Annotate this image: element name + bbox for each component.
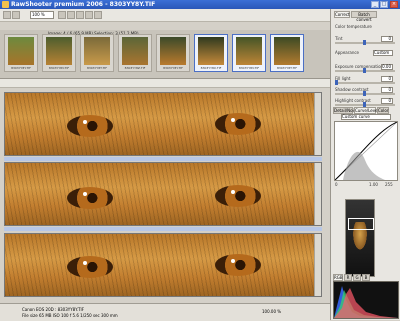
photo (5, 234, 321, 296)
thumbnail[interactable]: 8303YY8Y.TIF (156, 34, 190, 72)
tab-hist-b[interactable]: B (362, 274, 370, 281)
photo (5, 93, 321, 155)
glint (83, 261, 87, 265)
thumbnail[interactable]: 8303YY8T.TIF (80, 34, 114, 72)
thumbnail[interactable]: 8303YY8V.TIF (232, 34, 266, 72)
image-pane[interactable] (4, 233, 322, 297)
title-bar: RawShooter premium 2006 - 8303YY8Y.TIF _… (0, 0, 400, 9)
histogram (333, 281, 399, 319)
glint (83, 192, 87, 196)
rotate-right-icon[interactable] (67, 11, 75, 19)
eye-left (67, 115, 113, 137)
fullscreen-icon[interactable] (94, 11, 102, 19)
param-row: Shadow contrast 0 (333, 86, 399, 96)
eye-right (215, 185, 261, 207)
view-mode-icon[interactable] (12, 11, 20, 19)
thumbnail-filename: 8303YY8Y.TIF (163, 66, 183, 70)
param-label: Color temperature (335, 24, 372, 29)
status-bar: Canon EOS 20D : 8303YY8Y.TIF File size 6… (0, 303, 330, 321)
slider-knob[interactable] (363, 40, 366, 45)
photo (5, 163, 321, 225)
curve-gamma: 1.00 (369, 182, 378, 187)
thumbnail[interactable]: 8303YY8V.TIF (42, 34, 76, 72)
thumbnail-filename: 8303YY8X.TIF (200, 66, 222, 70)
glint (231, 259, 235, 263)
right-panel: Correct Batch convert Color temperature … (330, 9, 400, 320)
param-row: Tint 0 (333, 35, 399, 45)
curve-white-point: 255 (385, 182, 393, 187)
eye-right (215, 254, 261, 276)
param-label: Exposure compensation (335, 64, 384, 69)
param-row: Highlight contrast 0 (333, 97, 399, 107)
thumbnail-filename: 8303YY8Z.TIF (124, 66, 146, 70)
tab-hist-r[interactable]: R (344, 274, 352, 281)
param-row: Exposure compensation 0.00 (333, 63, 399, 73)
slider-knob[interactable] (335, 80, 338, 85)
thumbnail-filename: 8303YY8T.TIF (86, 66, 108, 70)
appearance-dropdown[interactable]: Custom (373, 50, 393, 56)
navigator-frame[interactable] (348, 218, 374, 230)
browse-icon[interactable] (3, 11, 11, 19)
eye-left (67, 256, 113, 278)
scrollbar[interactable] (314, 234, 321, 296)
navigator-preview[interactable] (345, 199, 375, 277)
tab-hist-rgb[interactable]: RGB (333, 274, 343, 281)
status-line-2: File size 65 MB ISO 100 f 5.6 1/250 sec … (22, 313, 118, 318)
thumbnail[interactable]: 8303YY8T.TIF (270, 34, 304, 72)
curve-preset-row: Custom curve (333, 113, 399, 121)
pane-divider[interactable] (4, 157, 322, 161)
thumbnail-filename: 8303YY8V.TIF (238, 66, 260, 70)
param-row: Fill light 0 (333, 75, 399, 85)
image-pane[interactable] (4, 92, 322, 156)
scrollbar[interactable] (314, 93, 321, 155)
curve-values-row: 0 1.00 255 (333, 181, 399, 189)
param-label: Tint (335, 36, 343, 41)
glint (231, 118, 235, 122)
window-title: RawShooter premium 2006 - 8303YY8Y.TIF (11, 1, 156, 8)
thumbnail[interactable]: 8303YY8Y.TIF (4, 34, 38, 72)
param-row: Color temperature (333, 23, 399, 31)
zoom-readout: 100.00 % (262, 309, 282, 314)
curve-preset-dropdown[interactable]: Custom curve (341, 114, 391, 120)
param-label: Appearance (335, 50, 360, 55)
thumbnail[interactable]: 8303YY8Z.TIF (118, 34, 152, 72)
viewer-toolbar (0, 79, 330, 88)
slider-track[interactable] (335, 82, 395, 84)
compare-icon[interactable] (76, 11, 84, 19)
pane-divider[interactable] (4, 227, 322, 231)
eye-right (215, 113, 261, 135)
slider-knob[interactable] (363, 68, 366, 73)
rotate-left-icon[interactable] (58, 11, 66, 19)
param-row: Appearance Custom (333, 49, 399, 57)
thumbnail[interactable]: 8303YY8X.TIF (194, 34, 228, 72)
glint (231, 190, 235, 194)
curve-graph (334, 121, 398, 181)
status-line-1: Canon EOS 20D : 8303YY8Y.TIF (22, 307, 85, 312)
zoom-dropdown[interactable]: 100 % (30, 11, 54, 19)
curve-editor[interactable] (334, 121, 398, 181)
scrollbar[interactable] (314, 163, 321, 225)
slider-knob[interactable] (363, 91, 366, 96)
app-icon (2, 1, 9, 8)
tab-batch-convert[interactable]: Batch convert (351, 11, 377, 22)
thumbnail-filename: 8303YY8T.TIF (276, 66, 298, 70)
close-button[interactable]: × (390, 1, 398, 8)
histogram-graph (334, 286, 398, 318)
filmstrip: Image: 4 / 6 (65.9 MB) Selection: 3 (51.… (0, 30, 330, 79)
glint (83, 120, 87, 124)
split-view-icon[interactable] (85, 11, 93, 19)
tab-hist-g[interactable]: G (353, 274, 361, 281)
eye-left (67, 187, 113, 209)
minimize-button[interactable]: _ (371, 1, 379, 8)
image-pane[interactable] (4, 162, 322, 226)
maximize-button[interactable]: □ (380, 1, 388, 8)
thumbnail-filename: 8303YY8V.TIF (48, 66, 70, 70)
curve-black-point: 0 (335, 182, 338, 187)
tab-correct[interactable]: Correct (334, 11, 350, 18)
thumbnail-filename: 8303YY8Y.TIF (11, 66, 31, 70)
